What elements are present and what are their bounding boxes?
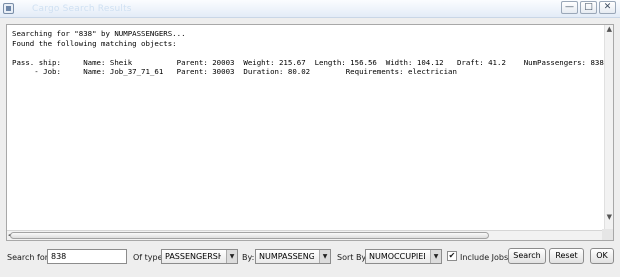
search-toolbar: Search for: 838 Of type: PASSENGERSHIP ▼… <box>0 247 620 269</box>
chevron-down-icon: ▼ <box>430 250 441 263</box>
vertical-scrollbar[interactable]: ▲ ▼ <box>604 25 613 231</box>
scroll-down-icon[interactable]: ▼ <box>607 213 612 221</box>
search-for-label: Search for: <box>7 253 51 262</box>
search-by-dropdown-value: NUMPASSENGE... <box>259 252 314 261</box>
chevron-down-icon: ▼ <box>319 250 330 263</box>
scroll-up-icon[interactable]: ▲ <box>607 25 612 33</box>
results-text-area[interactable]: Searching for "838" by NUMPASSENGERS... … <box>6 24 614 241</box>
include-jobs-checkbox[interactable]: ✔ <box>447 251 457 261</box>
search-by-dropdown[interactable]: NUMPASSENGE... ▼ <box>255 249 331 264</box>
horizontal-scrollbar[interactable]: ◀ ▶ <box>7 230 609 240</box>
type-dropdown-value: PASSENGERSHIP <box>165 252 221 261</box>
search-input[interactable]: 838 <box>47 249 127 264</box>
type-dropdown[interactable]: PASSENGERSHIP ▼ <box>161 249 238 264</box>
horizontal-scroll-thumb[interactable] <box>10 232 489 239</box>
chevron-down-icon: ▼ <box>226 250 237 263</box>
scroll-corner <box>602 229 613 240</box>
by-label: By: <box>242 253 255 262</box>
maximize-button[interactable]: □ <box>580 1 597 14</box>
reset-button[interactable]: Reset <box>549 248 584 264</box>
window-title: Cargo Search Results <box>32 4 132 14</box>
search-button[interactable]: Search <box>508 248 546 264</box>
close-button[interactable]: ✕ <box>599 1 616 14</box>
results-text: Searching for "838" by NUMPASSENGERS... … <box>12 29 604 77</box>
minimize-button[interactable]: — <box>561 1 578 14</box>
sort-by-dropdown[interactable]: NUMOCCUPIED... ▼ <box>365 249 442 264</box>
title-bar: Cargo Search Results — □ ✕ <box>0 0 620 18</box>
sort-by-dropdown-value: NUMOCCUPIED... <box>369 252 425 261</box>
sort-by-label: Sort By: <box>337 253 369 262</box>
window-content: Searching for "838" by NUMPASSENGERS... … <box>0 18 620 277</box>
include-jobs-label: Include Jobs <box>460 253 509 262</box>
ok-button[interactable]: OK <box>590 248 614 264</box>
app-icon <box>3 3 14 14</box>
